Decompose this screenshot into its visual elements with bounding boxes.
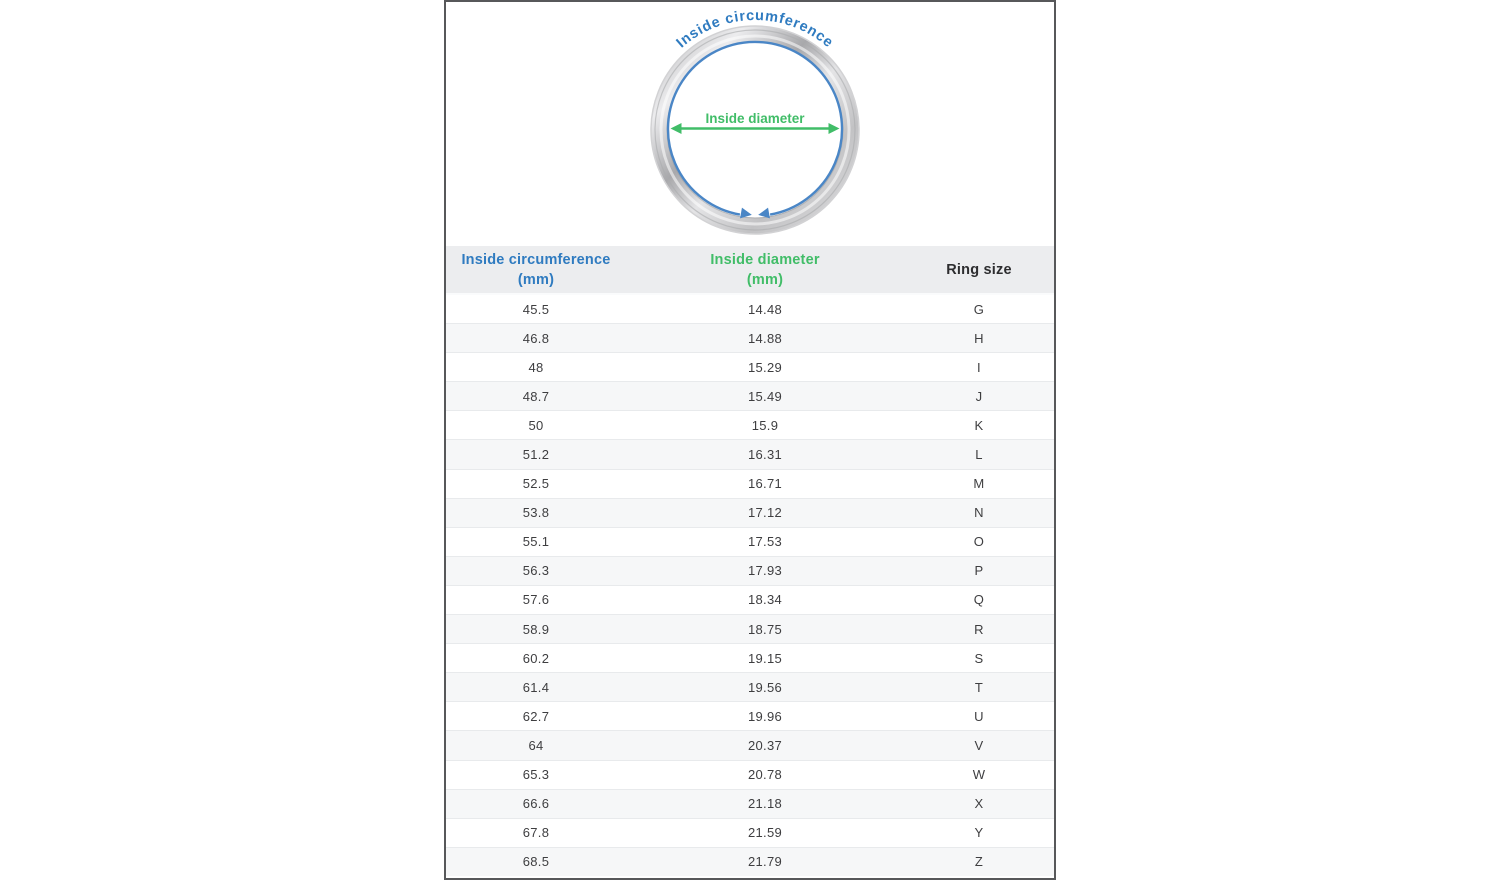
ring-size-value: H bbox=[904, 324, 1054, 353]
ring-size-chart-panel: Inside circumference Inside diameter Ins… bbox=[444, 0, 1056, 880]
circumference-value: 67.8 bbox=[446, 818, 626, 847]
circumference-value: 51.2 bbox=[446, 440, 626, 469]
ring-diagram: Inside circumference Inside diameter bbox=[446, 2, 1054, 246]
circumference-value: 62.7 bbox=[446, 702, 626, 731]
circumference-value: 55.1 bbox=[446, 527, 626, 556]
circumference-value: 50 bbox=[446, 411, 626, 440]
table-row: 62.719.96U bbox=[446, 702, 1054, 731]
ring-size-value: V bbox=[904, 731, 1054, 760]
ring-size-value: K bbox=[904, 411, 1054, 440]
ring-size-table: Inside circumference (mm) Inside diamete… bbox=[446, 246, 1054, 876]
table-row: 5015.9K bbox=[446, 411, 1054, 440]
table-header-row: Inside circumference (mm) Inside diamete… bbox=[446, 246, 1054, 294]
circumference-value: 61.4 bbox=[446, 673, 626, 702]
ring-size-value: O bbox=[904, 527, 1054, 556]
table-row: 61.419.56T bbox=[446, 673, 1054, 702]
table-row: 57.618.34Q bbox=[446, 585, 1054, 614]
ring-size-value: U bbox=[904, 702, 1054, 731]
diameter-value: 17.93 bbox=[626, 556, 904, 585]
diameter-value: 20.37 bbox=[626, 731, 904, 760]
diameter-value: 19.56 bbox=[626, 673, 904, 702]
circumference-value: 52.5 bbox=[446, 469, 626, 498]
ring-size-value: J bbox=[904, 382, 1054, 411]
table-row: 52.516.71M bbox=[446, 469, 1054, 498]
diameter-arrowhead-left-icon bbox=[671, 123, 682, 134]
circumference-value: 45.5 bbox=[446, 294, 626, 324]
diameter-value: 16.71 bbox=[626, 469, 904, 498]
ring-size-value: W bbox=[904, 760, 1054, 789]
diameter-arrowhead-right-icon bbox=[829, 123, 840, 134]
table-row: 58.918.75R bbox=[446, 615, 1054, 644]
table-row: 6420.37V bbox=[446, 731, 1054, 760]
table-row: 53.817.12N bbox=[446, 498, 1054, 527]
circumference-value: 56.3 bbox=[446, 556, 626, 585]
circumference-value: 46.8 bbox=[446, 324, 626, 353]
diameter-value: 21.59 bbox=[626, 818, 904, 847]
ring-size-value: Q bbox=[904, 585, 1054, 614]
diameter-indicator: Inside diameter bbox=[671, 111, 840, 134]
ring-size-value: Z bbox=[904, 847, 1054, 876]
diameter-value: 19.96 bbox=[626, 702, 904, 731]
header-label: Inside diameter bbox=[626, 250, 904, 270]
ring-size-value: G bbox=[904, 294, 1054, 324]
header-inside-circumference: Inside circumference (mm) bbox=[446, 246, 626, 294]
ring-photo bbox=[651, 26, 859, 234]
diameter-value: 17.12 bbox=[626, 498, 904, 527]
ring-size-value: Y bbox=[904, 818, 1054, 847]
table-row: 4815.29I bbox=[446, 353, 1054, 382]
circumference-value: 58.9 bbox=[446, 615, 626, 644]
table-row: 67.821.59Y bbox=[446, 818, 1054, 847]
diameter-value: 21.79 bbox=[626, 847, 904, 876]
ring-size-value: T bbox=[904, 673, 1054, 702]
table-row: 68.521.79Z bbox=[446, 847, 1054, 876]
ring-diagram-svg: Inside circumference Inside diameter bbox=[446, 2, 1054, 246]
diameter-value: 19.15 bbox=[626, 644, 904, 673]
table-row: 45.514.48G bbox=[446, 294, 1054, 324]
diameter-value: 14.48 bbox=[626, 294, 904, 324]
table-row: 60.219.15S bbox=[446, 644, 1054, 673]
table-row: 48.715.49J bbox=[446, 382, 1054, 411]
ring-size-value: S bbox=[904, 644, 1054, 673]
ring-size-value: X bbox=[904, 789, 1054, 818]
header-label: Ring size bbox=[904, 260, 1054, 280]
circumference-value: 65.3 bbox=[446, 760, 626, 789]
diameter-value: 18.75 bbox=[626, 615, 904, 644]
header-unit: (mm) bbox=[446, 270, 626, 290]
table-row: 66.621.18X bbox=[446, 789, 1054, 818]
diameter-value: 14.88 bbox=[626, 324, 904, 353]
inside-diameter-label: Inside diameter bbox=[705, 111, 805, 126]
ring-size-value: R bbox=[904, 615, 1054, 644]
header-inside-diameter: Inside diameter (mm) bbox=[626, 246, 904, 294]
circumference-value: 53.8 bbox=[446, 498, 626, 527]
header-unit: (mm) bbox=[626, 270, 904, 290]
diameter-value: 15.9 bbox=[626, 411, 904, 440]
circumference-value: 66.6 bbox=[446, 789, 626, 818]
ring-size-value: L bbox=[904, 440, 1054, 469]
diameter-value: 20.78 bbox=[626, 760, 904, 789]
diameter-value: 18.34 bbox=[626, 585, 904, 614]
diameter-value: 21.18 bbox=[626, 789, 904, 818]
circumference-value: 48 bbox=[446, 353, 626, 382]
table-row: 65.320.78W bbox=[446, 760, 1054, 789]
diameter-value: 15.49 bbox=[626, 382, 904, 411]
header-label: Inside circumference bbox=[446, 250, 626, 270]
ring-size-value: N bbox=[904, 498, 1054, 527]
circumference-value: 64 bbox=[446, 731, 626, 760]
table-row: 46.814.88H bbox=[446, 324, 1054, 353]
table-row: 56.317.93P bbox=[446, 556, 1054, 585]
ring-size-value: I bbox=[904, 353, 1054, 382]
table-row: 55.117.53O bbox=[446, 527, 1054, 556]
circumference-value: 48.7 bbox=[446, 382, 626, 411]
diameter-value: 17.53 bbox=[626, 527, 904, 556]
diameter-value: 16.31 bbox=[626, 440, 904, 469]
circumference-value: 60.2 bbox=[446, 644, 626, 673]
circumference-value: 68.5 bbox=[446, 847, 626, 876]
header-ring-size: Ring size bbox=[904, 246, 1054, 294]
circumference-value: 57.6 bbox=[446, 585, 626, 614]
table-row: 51.216.31L bbox=[446, 440, 1054, 469]
diameter-value: 15.29 bbox=[626, 353, 904, 382]
ring-size-value: P bbox=[904, 556, 1054, 585]
ring-size-value: M bbox=[904, 469, 1054, 498]
